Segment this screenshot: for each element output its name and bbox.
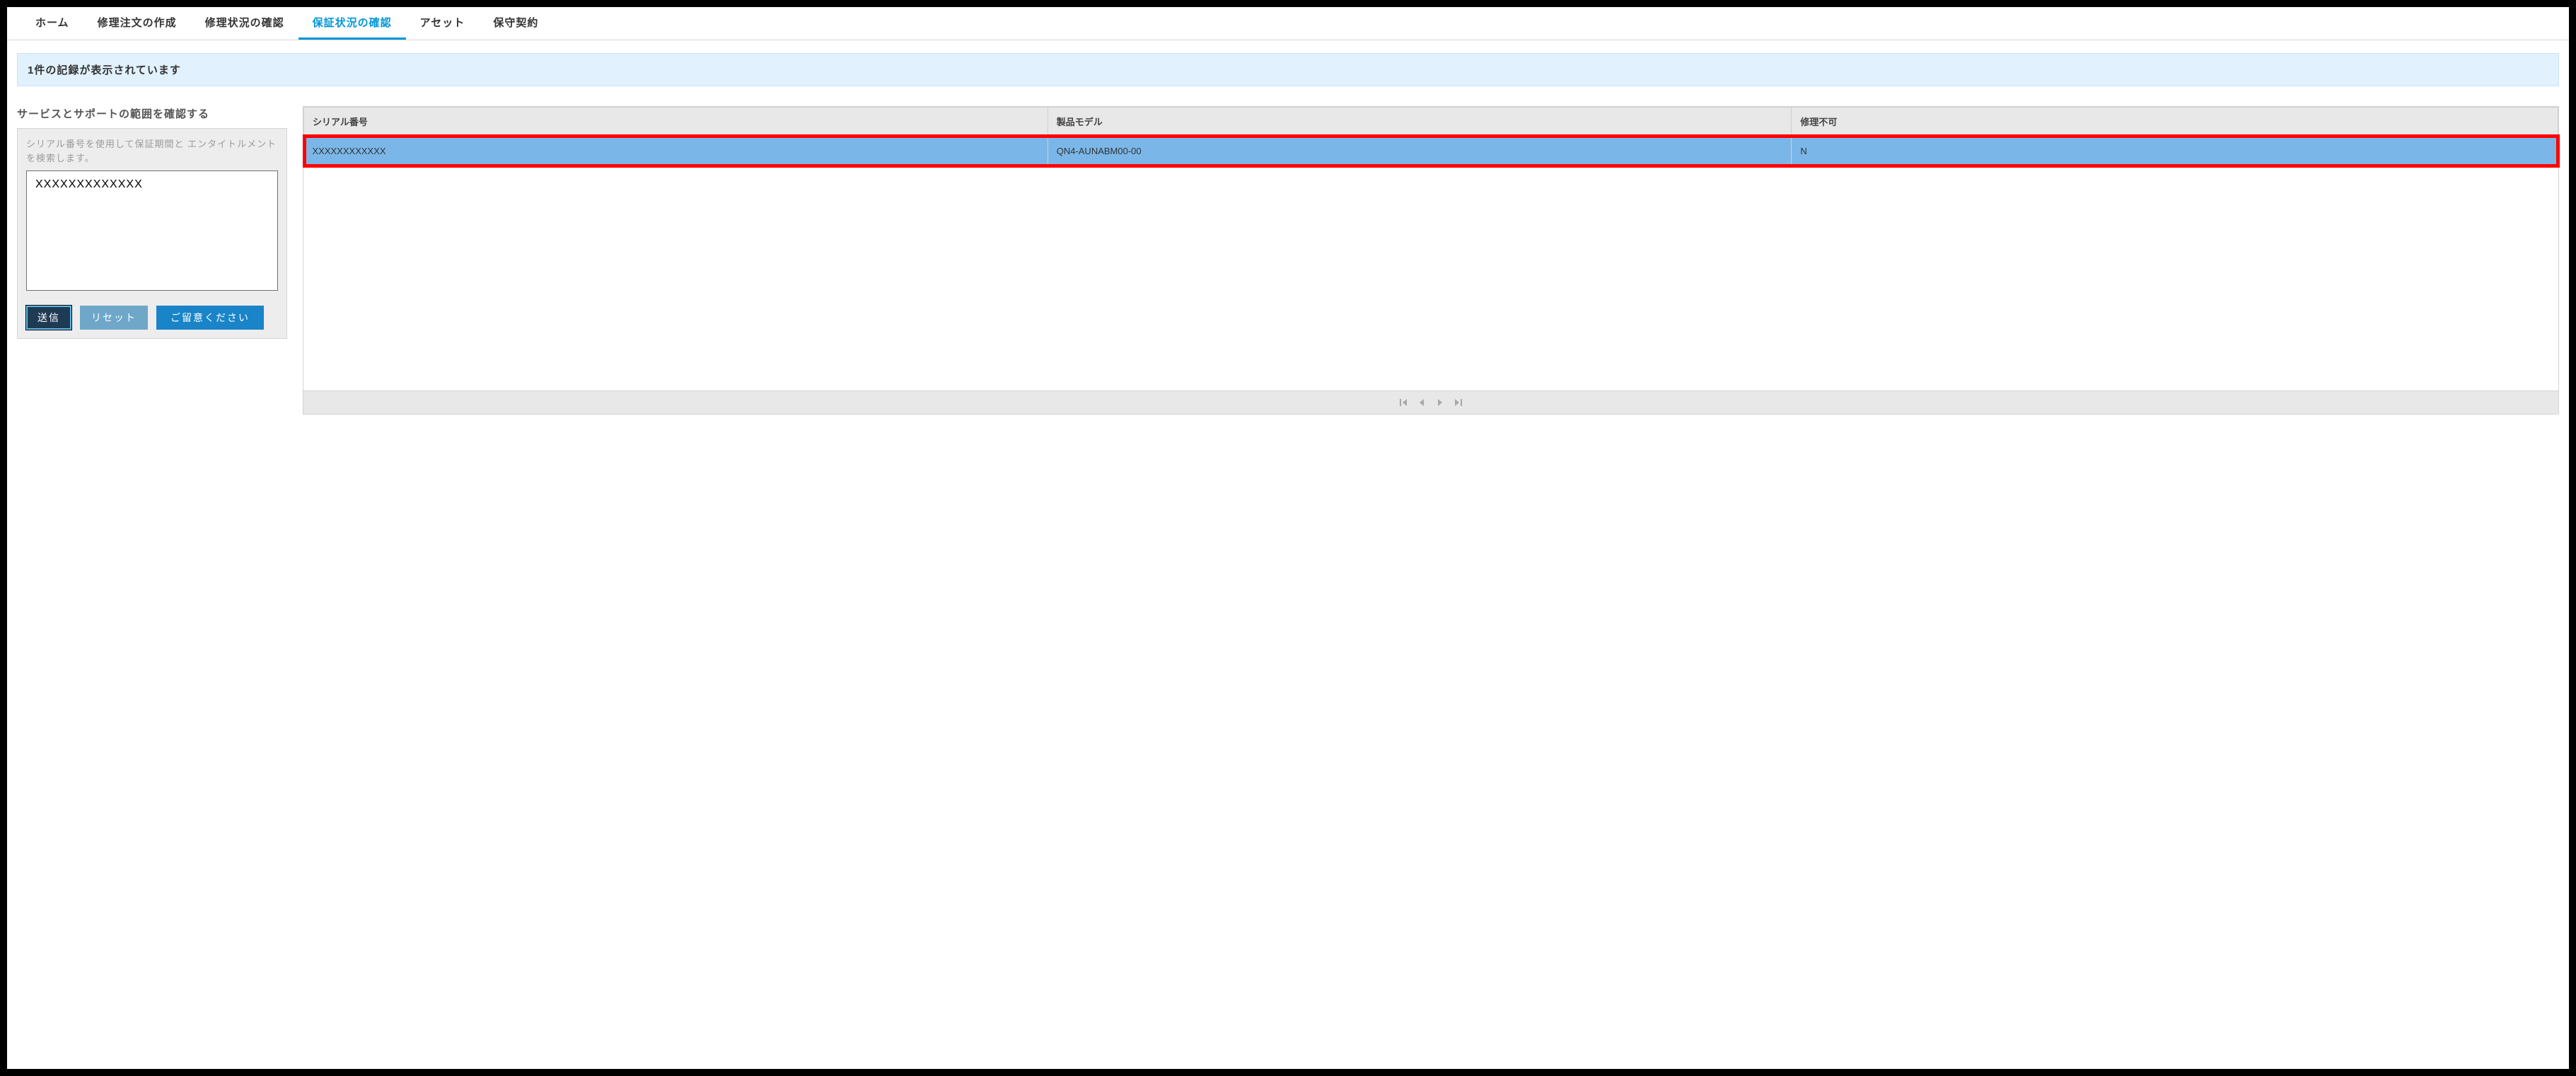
main-nav: ホーム 修理注文の作成 修理状況の確認 保証状況の確認 アセット 保守契約 [7,7,2569,40]
nav-tab-home[interactable]: ホーム [21,7,83,40]
nav-tab-warranty-status[interactable]: 保証状況の確認 [298,7,406,40]
pagination-bar [303,391,2558,415]
nav-tab-maintenance-contract[interactable]: 保守契約 [479,7,552,40]
serial-number-textarea[interactable] [26,170,278,291]
cell-model: QN4-AUNABM00-00 [1048,136,1792,167]
first-page-icon[interactable] [1399,398,1408,407]
table-header-row: シリアル番号 製品モデル 修理不可 [304,108,2558,136]
column-header-repair-impossible[interactable]: 修理不可 [1792,108,2558,136]
app-window: ホーム 修理注文の作成 修理状況の確認 保証状況の確認 アセット 保守契約 1件… [7,7,2569,1069]
column-header-serial[interactable]: シリアル番号 [304,108,1048,136]
nav-tab-assets[interactable]: アセット [406,7,480,40]
nav-tab-repair-status[interactable]: 修理状況の確認 [191,7,298,40]
last-page-icon[interactable] [1454,398,1463,407]
results-grid: シリアル番号 製品モデル 修理不可 XXXXXXXXXXXX QN4-AUNAB… [303,106,2559,415]
serial-search-panel: シリアル番号を使用して保証期間と エンタイトルメントを検索します。 送信 リセッ… [17,128,287,339]
submit-button[interactable]: 送信 [26,306,71,330]
please-note-button[interactable]: ご留意ください [156,306,264,330]
column-header-model[interactable]: 製品モデル [1048,108,1792,136]
prev-page-icon[interactable] [1417,398,1426,407]
table-row[interactable]: XXXXXXXXXXXX QN4-AUNABM00-00 N [304,136,2558,167]
cell-repair-impossible: N [1792,136,2558,167]
next-page-icon[interactable] [1436,398,1444,407]
reset-button[interactable]: リセット [80,306,148,330]
cell-serial: XXXXXXXXXXXX [304,136,1048,167]
panel-description: シリアル番号を使用して保証期間と エンタイトルメントを検索します。 [26,137,278,165]
nav-tab-create-repair-order[interactable]: 修理注文の作成 [83,7,191,40]
panel-heading: サービスとサポートの範囲を確認する [17,106,287,121]
records-count-banner: 1件の記録が表示されています [17,53,2559,86]
